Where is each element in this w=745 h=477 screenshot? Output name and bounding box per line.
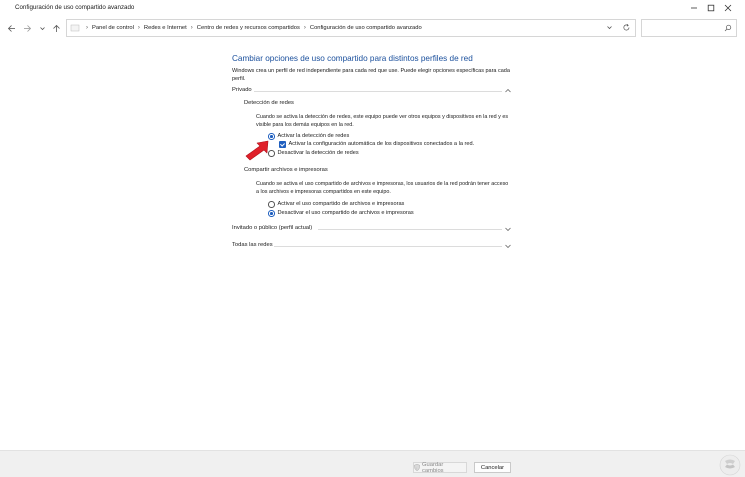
chevron-right-icon: › bbox=[303, 25, 306, 31]
network-discovery-off-label: Desactivar la detección de redes bbox=[277, 150, 359, 157]
section-private-header[interactable]: Privado bbox=[232, 87, 512, 97]
chevron-down-icon bbox=[39, 26, 45, 30]
arrow-up-icon bbox=[52, 24, 60, 32]
network-discovery-on-label: Activar la detección de redes bbox=[277, 133, 350, 140]
file-sharing-on-radio[interactable] bbox=[268, 201, 275, 208]
title-bar: Configuración de uso compartido avanzado bbox=[0, 0, 745, 16]
save-changes-label: Guardar cambios bbox=[422, 461, 444, 474]
network-discovery-on-radio[interactable] bbox=[268, 133, 275, 140]
search-input[interactable] bbox=[645, 21, 725, 35]
refresh-button[interactable] bbox=[622, 23, 631, 34]
divider bbox=[274, 246, 502, 247]
auto-config-label: Activar la configuración automática de l… bbox=[288, 141, 475, 148]
back-button[interactable] bbox=[5, 22, 17, 34]
chevron-right-icon: › bbox=[190, 25, 193, 31]
file-sharing-off-option[interactable]: Desactivar el uso compartido de archivos… bbox=[268, 210, 414, 217]
file-sharing-description: Cuando se activa el uso compartido de ar… bbox=[256, 181, 509, 195]
file-sharing-off-radio[interactable] bbox=[268, 210, 275, 217]
chevron-down-icon bbox=[607, 26, 612, 30]
close-button[interactable] bbox=[711, 0, 745, 16]
address-dropdown-button[interactable] bbox=[606, 24, 613, 33]
main-content: Cambiar opciones de uso compartido para … bbox=[0, 40, 745, 450]
address-bar[interactable]: › Panel de control › Redes e Internet › … bbox=[66, 19, 636, 37]
arrow-left-icon bbox=[7, 24, 15, 32]
section-private-label: Privado bbox=[232, 87, 252, 93]
chevron-down-icon[interactable] bbox=[504, 225, 512, 235]
section-guest-label: Invitado o público (perfil actual) bbox=[232, 225, 313, 231]
file-sharing-on-option[interactable]: Activar el uso compartido de archivos e … bbox=[268, 201, 404, 208]
close-icon bbox=[724, 4, 732, 12]
arrow-right-icon bbox=[23, 24, 31, 32]
chevron-up-icon[interactable] bbox=[504, 87, 512, 97]
divider bbox=[254, 91, 502, 92]
search-box[interactable] bbox=[641, 19, 737, 37]
breadcrumb-redes-e-internet[interactable]: Redes e Internet bbox=[144, 25, 187, 31]
section-all-networks-label: Todas las redes bbox=[232, 242, 273, 248]
auto-config-checkbox[interactable] bbox=[279, 141, 286, 148]
refresh-icon bbox=[623, 23, 630, 31]
network-discovery-title: Detección de redes bbox=[244, 100, 294, 106]
breadcrumb-configuracion-avanzada[interactable]: Configuración de uso compartido avanzado bbox=[310, 25, 422, 31]
control-panel-icon bbox=[70, 24, 80, 32]
section-guest-header[interactable]: Invitado o público (perfil actual) bbox=[232, 225, 512, 235]
footer-bar: Guardar cambios Cancelar bbox=[0, 450, 745, 477]
chevron-down-icon[interactable] bbox=[504, 242, 512, 252]
search-icon[interactable] bbox=[724, 24, 732, 34]
recent-locations-button[interactable] bbox=[36, 22, 48, 34]
uac-shield-icon bbox=[414, 464, 420, 471]
site-watermark-logo bbox=[719, 454, 741, 476]
window-title: Configuración de uso compartido avanzado bbox=[15, 4, 135, 11]
section-all-networks-header[interactable]: Todas las redes bbox=[232, 242, 512, 252]
save-changes-button[interactable]: Guardar cambios bbox=[413, 461, 467, 474]
file-sharing-on-label: Activar el uso compartido de archivos e … bbox=[277, 201, 405, 208]
breadcrumb-panel-de-control[interactable]: Panel de control bbox=[92, 25, 134, 31]
auto-config-option[interactable]: Activar la configuración automática de l… bbox=[279, 141, 474, 148]
file-sharing-off-label: Desactivar el uso compartido de archivos… bbox=[277, 210, 414, 217]
breadcrumb-centro-de-redes[interactable]: Centro de redes y recursos compartidos bbox=[197, 25, 300, 31]
divider bbox=[318, 229, 502, 230]
page-description: Windows crea un perfil de red independie… bbox=[232, 68, 510, 82]
file-sharing-title: Compartir archivos e impresoras bbox=[244, 167, 328, 173]
chevron-right-icon: › bbox=[137, 25, 140, 31]
network-discovery-on-option[interactable]: Activar la detección de redes bbox=[268, 133, 349, 140]
network-discovery-off-option[interactable]: Desactivar la detección de redes bbox=[268, 150, 359, 157]
network-discovery-description: Cuando se activa la detección de redes, … bbox=[256, 114, 509, 128]
red-arrow-annotation bbox=[245, 140, 269, 161]
forward-button[interactable] bbox=[21, 22, 33, 34]
cancel-label: Cancelar bbox=[480, 464, 505, 471]
cancel-button[interactable]: Cancelar bbox=[474, 462, 511, 473]
page-title: Cambiar opciones de uso compartido para … bbox=[232, 54, 473, 63]
up-button[interactable] bbox=[50, 22, 62, 34]
chevron-right-icon: › bbox=[86, 25, 88, 31]
